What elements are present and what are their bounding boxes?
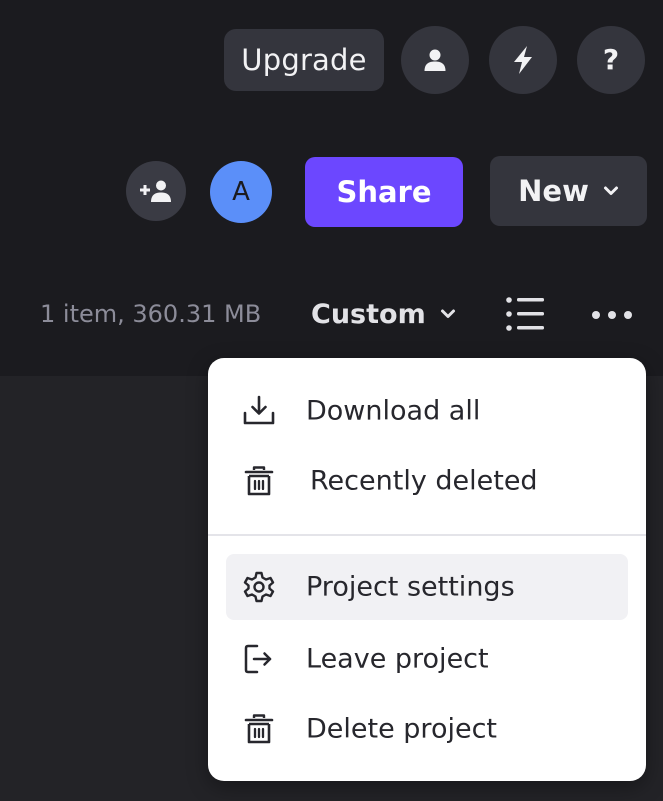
menu-item-label: Download all bbox=[306, 395, 481, 427]
share-button[interactable]: Share bbox=[305, 157, 463, 227]
sort-dropdown-label: Custom bbox=[311, 298, 426, 330]
gear-icon bbox=[242, 570, 276, 604]
invite-member-button[interactable] bbox=[126, 161, 186, 221]
menu-item-label: Delete project bbox=[306, 713, 498, 745]
list-view-icon bbox=[506, 297, 544, 331]
upgrade-button[interactable]: Upgrade bbox=[224, 29, 384, 91]
project-options-menu: Download all Recently deleted Project se… bbox=[208, 358, 646, 781]
sort-dropdown[interactable]: Custom bbox=[311, 293, 456, 335]
list-view-button[interactable] bbox=[504, 293, 546, 335]
user-icon bbox=[424, 49, 446, 71]
help-button[interactable]: ? bbox=[577, 26, 645, 94]
chevron-down-icon bbox=[603, 186, 618, 195]
help-icon: ? bbox=[602, 43, 620, 76]
avatar[interactable]: A bbox=[210, 161, 272, 223]
menu-divider bbox=[208, 534, 646, 536]
menu-item-delete-project[interactable]: Delete project bbox=[226, 696, 628, 762]
new-button[interactable]: New bbox=[490, 156, 647, 226]
trash-icon bbox=[242, 712, 276, 746]
exit-icon bbox=[242, 642, 276, 676]
page: Upgrade ? A Share New 1 item, 360.31 MB bbox=[0, 0, 663, 801]
menu-item-label: Leave project bbox=[306, 643, 489, 675]
item-count: 1 item, 360.31 MB bbox=[40, 300, 262, 328]
lightning-icon bbox=[514, 46, 532, 74]
menu-item-download-all[interactable]: Download all bbox=[226, 378, 628, 444]
menu-item-recently-deleted[interactable]: Recently deleted bbox=[226, 448, 628, 514]
account-button[interactable] bbox=[401, 26, 469, 94]
add-user-icon bbox=[140, 180, 171, 202]
menu-item-label: Recently deleted bbox=[310, 465, 538, 497]
menu-item-label: Project settings bbox=[306, 571, 515, 603]
menu-item-project-settings[interactable]: Project settings bbox=[226, 554, 628, 620]
download-icon bbox=[242, 394, 276, 428]
menu-item-leave-project[interactable]: Leave project bbox=[226, 626, 628, 692]
new-button-label: New bbox=[518, 174, 589, 208]
more-options-button[interactable] bbox=[589, 300, 635, 330]
chevron-down-icon bbox=[440, 309, 455, 318]
shortcuts-button[interactable] bbox=[489, 26, 557, 94]
more-horizontal-icon bbox=[592, 311, 632, 319]
trash-icon bbox=[242, 464, 276, 498]
